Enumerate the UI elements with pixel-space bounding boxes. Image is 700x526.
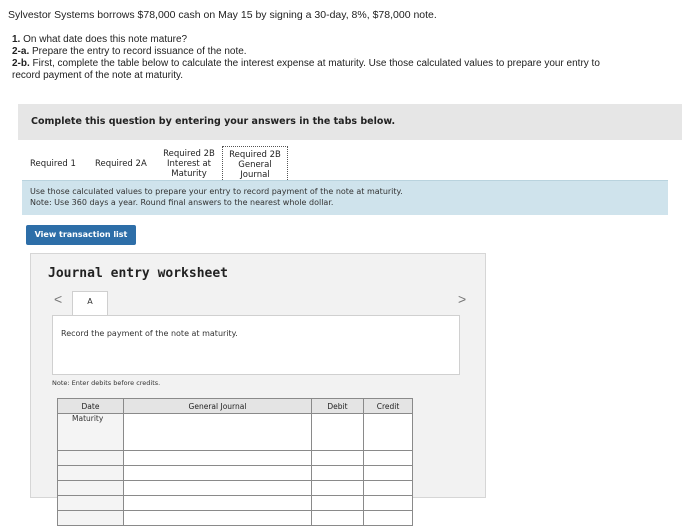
complete-banner: Complete this question by entering your … xyxy=(18,104,682,140)
credit-input[interactable] xyxy=(363,495,413,511)
tab-required-2b-journal[interactable]: Required 2B General Journal xyxy=(222,146,288,184)
record-instruction: Record the payment of the note at maturi… xyxy=(61,329,238,338)
account-select[interactable] xyxy=(123,510,312,526)
complete-label: Complete this question by entering your … xyxy=(31,116,396,127)
table-row xyxy=(57,510,413,526)
header-general-journal: General Journal xyxy=(123,398,312,414)
debit-input[interactable] xyxy=(311,510,364,526)
header-credit: Credit xyxy=(363,398,413,414)
table-row xyxy=(57,480,413,496)
question-2b: 2-b. First, complete the table below to … xyxy=(12,58,600,69)
instruction-bar: Use those calculated values to prepare y… xyxy=(22,180,668,215)
credit-input[interactable] xyxy=(363,465,413,481)
date-cell xyxy=(57,480,124,496)
debit-input[interactable] xyxy=(311,413,364,451)
journal-table: Date General Journal Debit Credit Maturi… xyxy=(57,398,413,526)
table-row xyxy=(57,450,413,466)
table-header-row: Date General Journal Debit Credit xyxy=(57,398,413,414)
account-select[interactable] xyxy=(123,450,312,466)
table-row xyxy=(57,495,413,511)
date-cell xyxy=(57,495,124,511)
table-row: Maturity xyxy=(57,413,413,451)
credit-input[interactable] xyxy=(363,510,413,526)
date-cell: Maturity xyxy=(57,413,124,451)
instruction-line-2: Note: Use 360 days a year. Round final a… xyxy=(30,198,334,207)
date-cell xyxy=(57,510,124,526)
debits-note: Note: Enter debits before credits. xyxy=(52,379,161,387)
view-transaction-list-button[interactable]: View transaction list xyxy=(26,225,136,245)
debit-input[interactable] xyxy=(311,495,364,511)
debit-input[interactable] xyxy=(311,450,364,466)
account-select[interactable] xyxy=(123,465,312,481)
problem-intro: Sylvestor Systems borrows $78,000 cash o… xyxy=(8,9,437,21)
worksheet-page-tab[interactable]: A xyxy=(72,291,108,316)
question-1: 1. On what date does this note mature? xyxy=(12,34,188,45)
date-cell xyxy=(57,465,124,481)
tab-required-1[interactable]: Required 1 xyxy=(30,159,76,169)
question-2a: 2-a. Prepare the entry to record issuanc… xyxy=(12,46,247,57)
prev-arrow-icon[interactable]: < xyxy=(54,291,62,307)
record-instruction-box: Record the payment of the note at maturi… xyxy=(52,315,460,375)
next-arrow-icon[interactable]: > xyxy=(458,291,466,307)
credit-input[interactable] xyxy=(363,413,413,451)
date-cell xyxy=(57,450,124,466)
debit-input[interactable] xyxy=(311,465,364,481)
account-select[interactable] xyxy=(123,495,312,511)
instruction-line-1: Use those calculated values to prepare y… xyxy=(30,187,403,196)
tab-required-2a[interactable]: Required 2A xyxy=(95,159,147,169)
table-row xyxy=(57,465,413,481)
tab-required-2b-interest[interactable]: Required 2B Interest at Maturity xyxy=(161,149,217,179)
account-select[interactable] xyxy=(123,480,312,496)
worksheet-title: Journal entry worksheet xyxy=(48,266,229,281)
header-date: Date xyxy=(57,398,124,414)
header-debit: Debit xyxy=(311,398,364,414)
account-select[interactable] xyxy=(123,413,312,451)
question-2b-cont: record payment of the note at maturity. xyxy=(12,70,184,81)
credit-input[interactable] xyxy=(363,480,413,496)
debit-input[interactable] xyxy=(311,480,364,496)
credit-input[interactable] xyxy=(363,450,413,466)
